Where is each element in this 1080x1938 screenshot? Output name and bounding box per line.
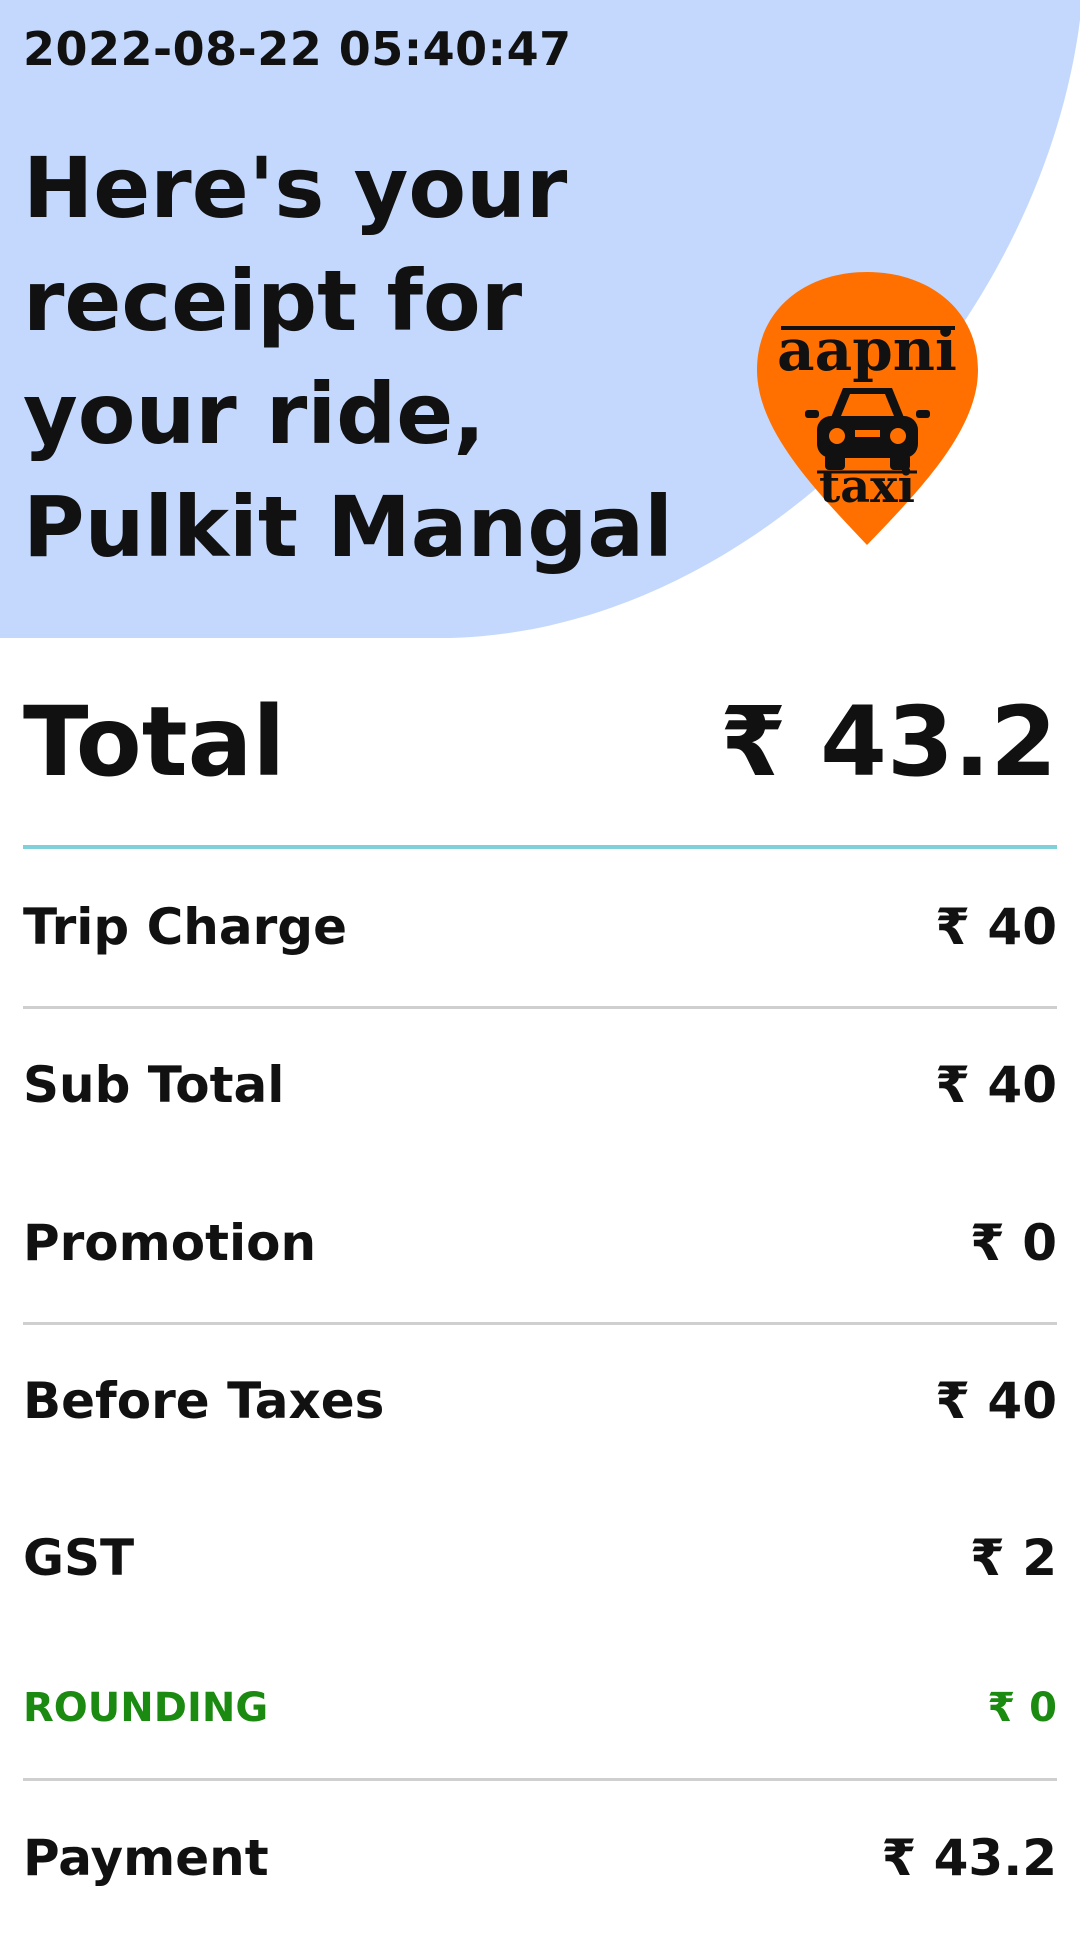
headline-line: Pulkit Mangal bbox=[23, 478, 673, 576]
row-divider bbox=[23, 1322, 1057, 1325]
receipt-timestamp: 2022-08-22 05:40:47 bbox=[23, 22, 572, 76]
rounding-label: ROUNDING bbox=[23, 1685, 269, 1731]
payment-label: Payment bbox=[23, 1829, 269, 1887]
row-divider bbox=[23, 1778, 1057, 1781]
rounding-row: ROUNDING ₹ 0 bbox=[23, 1668, 1057, 1748]
aapni-taxi-logo: aapni taxi bbox=[755, 270, 980, 548]
payment-value: ₹ 43.2 bbox=[881, 1829, 1057, 1887]
trip-charge-row: Trip Charge ₹ 40 bbox=[23, 887, 1057, 967]
promotion-row: Promotion ₹ 0 bbox=[23, 1203, 1057, 1283]
promotion-label: Promotion bbox=[23, 1214, 317, 1272]
trip-charge-value: ₹ 40 bbox=[935, 898, 1057, 956]
promotion-value: ₹ 0 bbox=[970, 1214, 1057, 1272]
gst-row: GST ₹ 2 bbox=[23, 1518, 1057, 1598]
headline-line: Here's your bbox=[23, 139, 568, 237]
total-label: Total bbox=[23, 686, 286, 798]
gst-label: GST bbox=[23, 1529, 135, 1587]
headline-line: your ride, bbox=[23, 365, 486, 463]
headline-line: receipt for bbox=[23, 252, 523, 350]
payment-row: Payment ₹ 43.2 bbox=[23, 1818, 1057, 1898]
before-taxes-label: Before Taxes bbox=[23, 1372, 385, 1430]
rounding-value: ₹ 0 bbox=[987, 1685, 1057, 1731]
sub-total-value: ₹ 40 bbox=[935, 1056, 1057, 1114]
sub-total-label: Sub Total bbox=[23, 1056, 285, 1114]
total-value: ₹ 43.2 bbox=[719, 686, 1057, 798]
logo-word-bottom: taxi bbox=[819, 459, 915, 513]
gst-value: ₹ 2 bbox=[970, 1529, 1057, 1587]
total-row: Total ₹ 43.2 bbox=[23, 686, 1057, 798]
total-divider bbox=[23, 845, 1057, 849]
sub-total-row: Sub Total ₹ 40 bbox=[23, 1045, 1057, 1125]
receipt-headline: Here's your receipt for your ride, Pulki… bbox=[23, 132, 723, 584]
row-divider bbox=[23, 1006, 1057, 1009]
trip-charge-label: Trip Charge bbox=[23, 898, 347, 956]
before-taxes-value: ₹ 40 bbox=[935, 1372, 1057, 1430]
before-taxes-row: Before Taxes ₹ 40 bbox=[23, 1361, 1057, 1441]
